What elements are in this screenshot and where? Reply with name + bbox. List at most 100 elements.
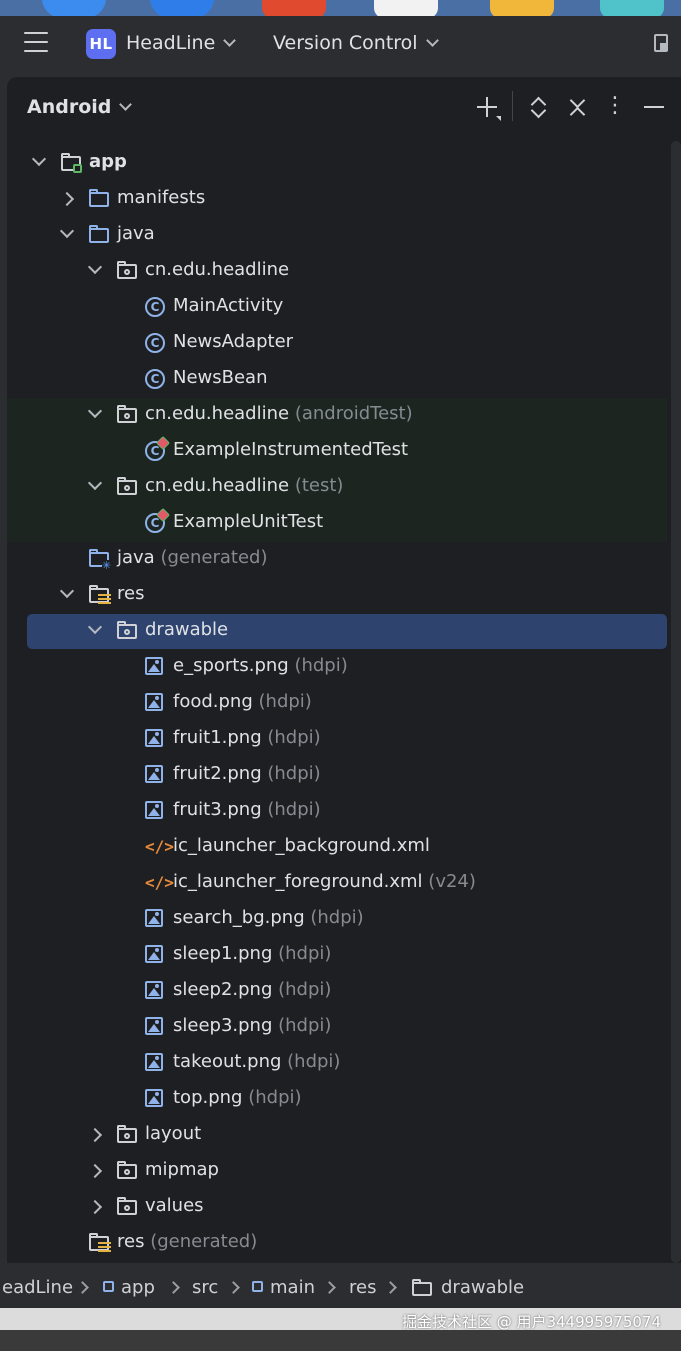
tree-item-name: sleep2.png	[173, 979, 273, 1000]
tree-item-label: cn.edu.headline (test)	[145, 475, 343, 496]
chevron-down-icon[interactable]	[87, 259, 103, 275]
tree-row[interactable]: mipmap	[7, 1154, 667, 1190]
breadcrumb-project[interactable]: eadLine	[2, 1277, 73, 1298]
tree-row[interactable]: e_sports.png (hdpi)	[7, 650, 667, 686]
title-bar: HL HeadLine Version Control	[0, 16, 681, 74]
chevron-down-icon[interactable]	[31, 151, 47, 167]
tree-item-name: cn.edu.headline	[145, 403, 290, 424]
tree-item-label: res	[117, 583, 144, 604]
main-menu-icon[interactable]	[24, 32, 48, 54]
tree-row[interactable]: top.png (hdpi)	[7, 1082, 667, 1118]
package-icon	[117, 477, 139, 497]
tree-row[interactable]: </> ic_launcher_foreground.xml (v24)	[7, 866, 667, 902]
tree-item-name: sleep1.png	[173, 943, 273, 964]
chevron-down-icon[interactable]	[59, 583, 75, 599]
minimize-icon[interactable]	[642, 95, 666, 119]
tree-item-qualifier: (hdpi)	[258, 691, 312, 712]
tree-row[interactable]: layout	[7, 1118, 667, 1154]
tree-row[interactable]: res	[7, 578, 667, 614]
chevron-down-icon[interactable]	[87, 403, 103, 419]
more-options-icon[interactable]: ⋮	[603, 95, 627, 119]
tree-item-label: NewsAdapter	[173, 331, 293, 352]
package-icon	[117, 261, 139, 281]
tree-row[interactable]: sleep2.png (hdpi)	[7, 974, 667, 1010]
tree-item-qualifier: (hdpi)	[248, 1087, 302, 1108]
tree-row[interactable]: C ExampleInstrumentedTest	[7, 434, 667, 470]
tree-item-label: drawable	[145, 619, 228, 640]
tree-row[interactable]: cn.edu.headline	[7, 254, 667, 290]
chevron-down-icon[interactable]	[59, 223, 75, 239]
expand-all-icon[interactable]	[527, 95, 551, 119]
vcs-label: Version Control	[273, 32, 418, 54]
chevron-right-icon[interactable]	[87, 1163, 103, 1179]
tree-item-qualifier: (hdpi)	[278, 979, 332, 1000]
tree-row[interactable]: fruit1.png (hdpi)	[7, 722, 667, 758]
tree-row[interactable]: C NewsAdapter	[7, 326, 667, 362]
vcs-selector[interactable]: Version Control	[273, 32, 439, 54]
breadcrumb-module[interactable]: app	[121, 1277, 155, 1298]
tree-row[interactable]: sleep1.png (hdpi)	[7, 938, 667, 974]
project-panel: Android ⋮ app manifests java cn.edu.headlin…	[7, 77, 681, 1263]
class-icon: C	[145, 369, 167, 389]
tree-item-name: app	[89, 151, 127, 172]
vertical-scrollbar[interactable]	[671, 141, 681, 1263]
tree-item-label: manifests	[117, 187, 205, 208]
tree-item-name: e_sports.png	[173, 655, 289, 676]
tree-item-name: fruit1.png	[173, 727, 262, 748]
tree-item-label: app	[89, 151, 127, 172]
tree-item-label: java	[117, 223, 155, 244]
tree-row[interactable]: java	[7, 218, 667, 254]
tree-row[interactable]: cn.edu.headline (androidTest)	[7, 398, 667, 434]
device-manager-icon[interactable]	[654, 34, 668, 52]
image-icon	[145, 909, 167, 929]
tree-row[interactable]: sleep3.png (hdpi)	[7, 1010, 667, 1046]
tree-item-label: ExampleInstrumentedTest	[173, 439, 408, 460]
tree-item-name: ExampleInstrumentedTest	[173, 439, 409, 460]
collapse-all-icon[interactable]	[566, 92, 590, 123]
tree-row[interactable]: search_bg.png (hdpi)	[7, 902, 667, 938]
chevron-right-icon[interactable]	[59, 191, 75, 207]
tree-row[interactable]: ✳ java (generated)	[7, 542, 667, 578]
project-selector[interactable]: HeadLine	[126, 32, 237, 54]
tree-item-qualifier: (hdpi)	[267, 727, 321, 748]
tree-row[interactable]: C ExampleUnitTest	[7, 506, 667, 542]
tree-row[interactable]: C NewsBean	[7, 362, 667, 398]
tree-item-name: cn.edu.headline	[145, 475, 290, 496]
tree-item-qualifier: (androidTest)	[294, 403, 413, 424]
breadcrumb-src[interactable]: src	[192, 1277, 218, 1298]
tree-row[interactable]: res (generated)	[7, 1226, 667, 1262]
plus-icon[interactable]	[475, 95, 501, 121]
package-icon	[117, 621, 139, 641]
tree-row[interactable]: fruit3.png (hdpi)	[7, 794, 667, 830]
tree-item-label: ic_launcher_background.xml	[173, 835, 430, 856]
tree-item-name: drawable	[145, 619, 229, 640]
tree-item-qualifier: (hdpi)	[278, 1015, 332, 1036]
breadcrumb-chevron-icon	[323, 1281, 336, 1294]
chevron-right-icon[interactable]	[87, 1199, 103, 1215]
breadcrumb-res[interactable]: res	[349, 1277, 376, 1298]
tree-row[interactable]: food.png (hdpi)	[7, 686, 667, 722]
tree-item-name: NewsAdapter	[173, 331, 294, 352]
tree-row[interactable]: drawable	[7, 614, 667, 650]
tree-row[interactable]: app	[7, 146, 667, 182]
tree-item-label: fruit3.png (hdpi)	[173, 799, 321, 820]
chevron-right-icon[interactable]	[87, 1127, 103, 1143]
tree-row[interactable]: fruit2.png (hdpi)	[7, 758, 667, 794]
tree-row[interactable]: cn.edu.headline (test)	[7, 470, 667, 506]
view-mode-selector[interactable]: Android	[27, 96, 133, 118]
tree-row[interactable]: </> ic_launcher_background.xml	[7, 830, 667, 866]
package-icon	[117, 1125, 139, 1145]
image-icon	[145, 765, 167, 785]
breadcrumb-main[interactable]: main	[270, 1277, 315, 1298]
chevron-down-icon[interactable]	[87, 475, 103, 491]
tree-item-name: res	[117, 583, 145, 604]
tree-row[interactable]: takeout.png (hdpi)	[7, 1046, 667, 1082]
tree-row[interactable]: manifests	[7, 182, 667, 218]
xml-icon: </>	[145, 873, 174, 892]
breadcrumb-drawable[interactable]: drawable	[441, 1277, 524, 1298]
tree-row[interactable]: values	[7, 1190, 667, 1226]
desktop-bottom-edge	[0, 1330, 681, 1351]
module-icon	[103, 1281, 114, 1292]
tree-row[interactable]: C MainActivity	[7, 290, 667, 326]
project-badge[interactable]: HL	[86, 29, 116, 59]
